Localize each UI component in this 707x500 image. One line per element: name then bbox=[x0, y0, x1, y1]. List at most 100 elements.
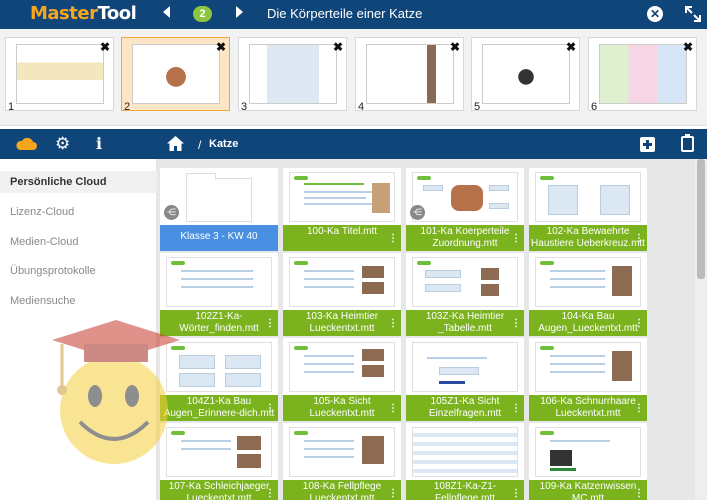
page-number-label: 1 bbox=[8, 101, 15, 113]
sidebar-item-license-cloud[interactable]: Lizenz-Cloud bbox=[10, 206, 74, 218]
folder-card[interactable]: ⋲ Klasse 3 - KW 40 bbox=[160, 168, 278, 251]
more-options-icon[interactable]: ⋮ bbox=[634, 403, 644, 414]
more-options-icon[interactable]: ⋮ bbox=[634, 488, 644, 499]
file-name: 104-Ka Bau Augen_Lueckentxt.mtt bbox=[529, 310, 647, 336]
more-options-icon[interactable]: ⋮ bbox=[511, 488, 521, 499]
page-number-label: 3 bbox=[241, 101, 248, 113]
page-thumbnail[interactable]: ✖ bbox=[121, 37, 230, 111]
more-options-icon[interactable]: ⋮ bbox=[265, 403, 275, 414]
file-card[interactable]: 102-Ka Bewaehrte Haustiere Ueberkreuz.mt… bbox=[529, 168, 647, 251]
preview-box bbox=[179, 355, 215, 369]
more-options-icon[interactable]: ⋮ bbox=[265, 318, 275, 329]
more-options-icon[interactable]: ⋮ bbox=[388, 318, 398, 329]
file-card[interactable]: 105Z1-Ka Sicht Einzelfragen.mtt ⋮ bbox=[406, 338, 524, 421]
close-icon[interactable]: ✖ bbox=[566, 40, 576, 54]
logo-part1: Master bbox=[30, 3, 98, 24]
file-card[interactable]: 100-Ka Titel.mtt ⋮ bbox=[283, 168, 401, 251]
preview-line bbox=[181, 440, 231, 442]
more-options-icon[interactable]: ⋮ bbox=[388, 488, 398, 499]
share-icon[interactable]: ⋲ bbox=[410, 205, 425, 220]
breadcrumb-separator: / bbox=[198, 138, 202, 152]
breadcrumb-current[interactable]: Katze bbox=[209, 138, 238, 150]
page-thumbnail[interactable]: ✖ bbox=[5, 37, 114, 111]
file-card[interactable]: 103Z-Ka Heimtier _Tabelle.mtt ⋮ bbox=[406, 253, 524, 336]
page-number-badge: 2 bbox=[193, 6, 212, 22]
preview-line bbox=[304, 448, 354, 450]
preview-line bbox=[304, 371, 354, 373]
file-card[interactable]: 105-Ka Sicht Lueckentxt.mtt ⋮ bbox=[283, 338, 401, 421]
preview-badge bbox=[540, 176, 554, 180]
preview-line bbox=[304, 270, 354, 272]
vertical-scrollbar[interactable] bbox=[695, 159, 707, 500]
file-preview bbox=[412, 172, 518, 222]
close-icon[interactable]: ✖ bbox=[683, 40, 693, 54]
gear-icon[interactable]: ⚙ bbox=[55, 135, 70, 152]
info-icon[interactable]: i bbox=[96, 134, 102, 153]
more-options-icon[interactable]: ⋮ bbox=[388, 233, 398, 244]
preview-line bbox=[550, 371, 605, 373]
close-icon[interactable]: ✖ bbox=[450, 40, 460, 54]
file-preview bbox=[166, 257, 272, 307]
file-card[interactable]: 108-Ka Fellpflege Lueckentxt.mtt ⋮ bbox=[283, 423, 401, 500]
file-card[interactable]: 104-Ka Bau Augen_Lueckentxt.mtt ⋮ bbox=[529, 253, 647, 336]
page-thumbnail[interactable]: ✖ bbox=[238, 37, 347, 111]
page-thumbnail[interactable]: ✖ bbox=[588, 37, 697, 111]
preview-badge bbox=[540, 431, 554, 435]
preview-line bbox=[304, 278, 354, 280]
more-options-icon[interactable]: ⋮ bbox=[511, 318, 521, 329]
preview-box bbox=[425, 270, 461, 278]
preview-badge bbox=[294, 176, 308, 180]
close-icon[interactable]: ✖ bbox=[100, 40, 110, 54]
more-options-icon[interactable]: ⋮ bbox=[388, 403, 398, 414]
next-page-icon[interactable] bbox=[236, 6, 243, 18]
add-icon[interactable] bbox=[640, 137, 655, 152]
home-icon[interactable] bbox=[167, 136, 184, 151]
file-card[interactable]: 106-Ka Schnurrhaare Lueckentxt.mtt ⋮ bbox=[529, 338, 647, 421]
page-thumbnail[interactable]: ✖ bbox=[355, 37, 464, 111]
preview-box bbox=[423, 185, 443, 191]
preview-box bbox=[425, 284, 461, 292]
more-options-icon[interactable]: ⋮ bbox=[634, 233, 644, 244]
file-card[interactable]: 108Z1-Ka-Z1-Fellpflege.mtt ⋮ bbox=[406, 423, 524, 500]
preview-line bbox=[181, 448, 231, 450]
close-icon[interactable]: ✖ bbox=[216, 40, 226, 54]
file-name: 103-Ka Heimtier Lueckentxt.mtt bbox=[283, 310, 401, 336]
file-preview bbox=[535, 427, 641, 477]
preview-badge bbox=[294, 431, 308, 435]
sidebar-item-media-search[interactable]: Mediensuche bbox=[10, 295, 75, 307]
preview-line bbox=[550, 468, 576, 471]
more-options-icon[interactable]: ⋮ bbox=[634, 318, 644, 329]
file-preview bbox=[412, 342, 518, 392]
sidebar-item-exercise-logs[interactable]: Übungsprotokolle bbox=[10, 265, 96, 277]
file-preview bbox=[535, 172, 641, 222]
page-number-label: 5 bbox=[474, 101, 481, 113]
fullscreen-icon[interactable] bbox=[684, 5, 702, 23]
close-icon[interactable]: ✕ bbox=[647, 6, 663, 22]
more-options-icon[interactable]: ⋮ bbox=[511, 233, 521, 244]
preview-line bbox=[181, 286, 253, 288]
more-options-icon[interactable]: ⋮ bbox=[265, 488, 275, 499]
file-name: 107-Ka Schleichjaeger Lueckentxt.mtt bbox=[160, 480, 278, 500]
file-name: 102-Ka Bewaehrte Haustiere Ueberkreuz.mt… bbox=[529, 225, 647, 251]
file-card[interactable]: 103-Ka Heimtier Lueckentxt.mtt ⋮ bbox=[283, 253, 401, 336]
file-card[interactable]: 109-Ka Katzenwissen MC.mtt ⋮ bbox=[529, 423, 647, 500]
preview-badge bbox=[540, 346, 554, 350]
more-options-icon[interactable]: ⋮ bbox=[511, 403, 521, 414]
scrollbar-thumb[interactable] bbox=[697, 159, 705, 279]
preview-line bbox=[550, 363, 605, 365]
close-icon[interactable]: ✖ bbox=[333, 40, 343, 54]
preview-image bbox=[372, 183, 390, 213]
file-name: Klasse 3 - KW 40 bbox=[160, 225, 278, 251]
sidebar-item-media-cloud[interactable]: Medien-Cloud bbox=[10, 236, 78, 248]
file-preview bbox=[535, 342, 641, 392]
share-icon[interactable]: ⋲ bbox=[164, 205, 179, 220]
file-card[interactable]: ⋲ 101-Ka Koerperteile Zuordnung.mtt ⋮ bbox=[406, 168, 524, 251]
previous-page-icon[interactable] bbox=[163, 6, 170, 18]
cloud-icon[interactable] bbox=[15, 135, 37, 151]
preview-image bbox=[612, 351, 632, 381]
page-thumbnail-strip: ✖ 1 ✖ 2 ✖ 3 ✖ 4 ✖ 5 ✖ 6 bbox=[0, 29, 707, 126]
sidebar-item-personal-cloud[interactable]: Persönliche Cloud bbox=[0, 171, 157, 193]
preview-box bbox=[489, 185, 509, 191]
page-thumbnail[interactable]: ✖ bbox=[471, 37, 580, 111]
clipboard-icon[interactable] bbox=[681, 134, 694, 152]
